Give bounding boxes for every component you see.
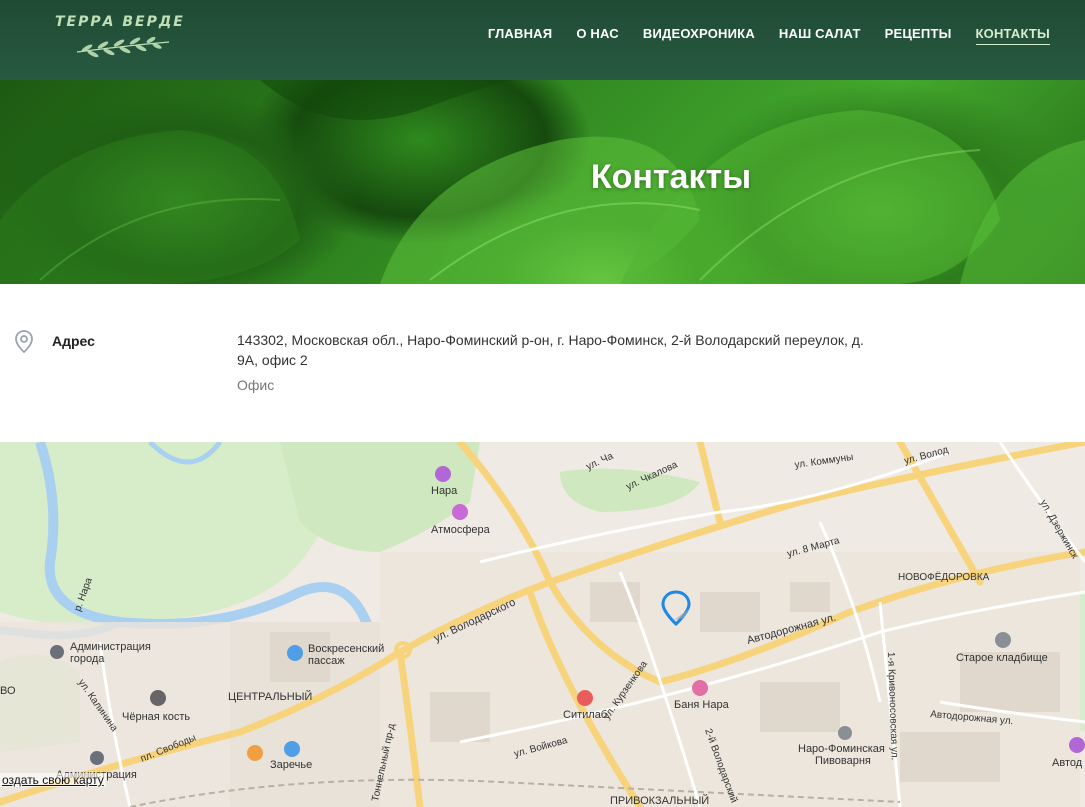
map-label-voskr-2: пассаж <box>308 655 345 667</box>
create-map-link[interactable]: оздать свою карту <box>0 773 106 787</box>
map-canvas[interactable]: р. Нара Нара Атмосфера ул. Чкалова ул. К… <box>0 442 1085 807</box>
address-type: Офис <box>237 377 275 393</box>
cemetery-icon <box>995 632 1011 648</box>
map-label-sitilab: Ситилаб <box>563 709 607 721</box>
hero-banner: Контакты <box>0 80 1085 284</box>
map-label-voskr-1: Воскресенский <box>308 643 384 655</box>
nav-item-about[interactable]: О НАС <box>576 26 619 45</box>
map-label-chernaya-kost: Чёрная кость <box>122 711 190 723</box>
contact-block: Адрес 143302, Московская обл., Наро-Фоми… <box>0 284 1085 442</box>
map-label-privokzalny: ПРИВОКЗАЛЬНЫЙ <box>610 794 709 807</box>
address-label: Адрес <box>52 333 95 349</box>
map-label-admin-1: Администрация <box>70 641 151 653</box>
map-label-nara: Нара <box>431 485 458 497</box>
page-title: Контакты <box>590 158 752 196</box>
shopping-bag-icon <box>287 645 303 661</box>
main-nav: ГЛАВНАЯ О НАС ВИДЕОХРОНИКА НАШ САЛАТ РЕЦ… <box>488 26 1050 45</box>
poi-icon <box>1069 737 1085 753</box>
map-label-avtod: Автод <box>1052 757 1083 769</box>
map-label-atmosfera: Атмосфера <box>431 524 491 536</box>
map-label-vo: ВО <box>0 685 16 697</box>
map-label-admin-2: города <box>70 653 105 665</box>
logo[interactable]: ТЕРРА ВЕРДЕ <box>55 14 190 62</box>
map[interactable]: р. Нара Нара Атмосфера ул. Чкалова ул. К… <box>0 442 1085 807</box>
medical-icon <box>577 690 593 706</box>
fitness-icon <box>435 466 451 482</box>
leaf-branch-icon <box>76 36 170 58</box>
restaurant-icon <box>150 690 166 706</box>
factory-icon <box>838 726 852 740</box>
location-pin-icon <box>15 330 33 354</box>
map-label-banya: Баня Нара <box>674 699 730 711</box>
map-label-pivovarnya-2: Пивоварня <box>815 755 871 767</box>
nav-item-recipes[interactable]: РЕЦЕПТЫ <box>885 26 952 45</box>
map-label-kommuny: ул. Коммуны <box>794 452 854 471</box>
nav-item-home[interactable]: ГЛАВНАЯ <box>488 26 552 45</box>
map-label-pivovarnya-1: Наро-Фоминская <box>798 743 885 755</box>
shopping-bag-icon <box>284 741 300 757</box>
map-label-zarechye: Заречье <box>270 759 312 771</box>
nav-item-contacts[interactable]: КОНТАКТЫ <box>975 26 1050 45</box>
map-label-volod: ул. Волод <box>903 445 950 467</box>
site-header: ТЕРРА ВЕРДЕ ГЛАВНАЯ О НАС ВИДЕОХРОНИКА Н… <box>0 0 1085 80</box>
logo-text: ТЕРРА ВЕРДЕ <box>55 14 185 30</box>
nav-item-video[interactable]: ВИДЕОХРОНИКА <box>643 26 755 45</box>
map-label-dzerzhinsk: ул. Дзержинск <box>1037 498 1080 561</box>
spa-icon <box>692 680 708 696</box>
drink-icon <box>247 745 263 761</box>
address-text: 143302, Московская обл., Наро-Фоминский … <box>237 332 864 368</box>
map-label-staroe-kladbishche: Старое кладбище <box>956 652 1048 664</box>
music-icon <box>452 504 468 520</box>
flag-icon <box>50 645 64 659</box>
map-label-tsentralny: ЦЕНТРАЛЬНЫЙ <box>228 690 312 703</box>
map-label-novofedorovka: НОВОФЁДОРОВКА <box>898 571 990 583</box>
nav-item-salad[interactable]: НАШ САЛАТ <box>779 26 861 45</box>
flag-icon <box>90 751 104 765</box>
